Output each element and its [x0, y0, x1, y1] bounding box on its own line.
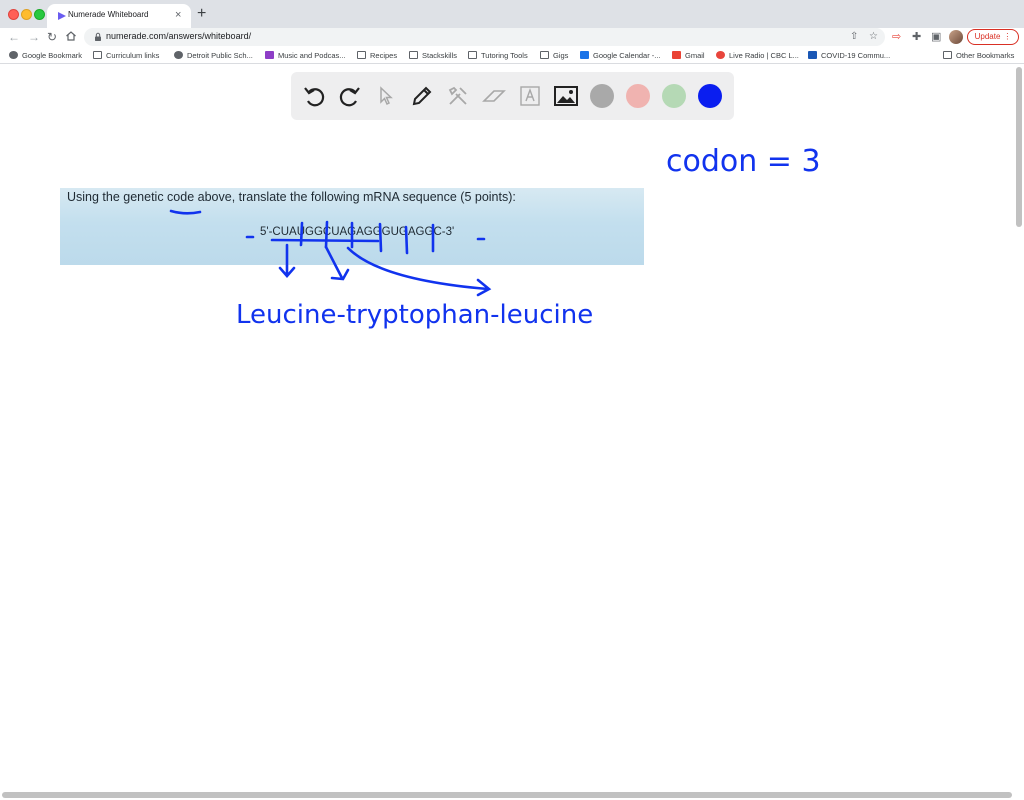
handwriting-layer: codon = 3 Leucine-tryptophan-leucine [169, 144, 821, 330]
folder-icon [468, 51, 477, 59]
folder-icon [93, 51, 102, 59]
bookmark-item[interactable]: Tutoring Tools [468, 50, 528, 61]
bookmark-star-icon[interactable]: ☆ [869, 30, 878, 44]
lock-icon[interactable] [93, 32, 103, 42]
maximize-window-button[interactable] [34, 9, 45, 20]
codon-note: codon = 3 [666, 144, 821, 179]
bookmark-item[interactable]: COVID-19 Commu... [808, 50, 890, 61]
color-swatch-pink[interactable] [626, 84, 650, 108]
bookmark-item[interactable]: Stackskills [409, 50, 457, 61]
tab-title: Numerade Whiteboard [68, 10, 149, 19]
whiteboard-page[interactable]: Using the genetic code above, translate … [0, 65, 1024, 800]
eraser-icon[interactable] [481, 83, 507, 109]
folder-icon [409, 51, 418, 59]
redo-icon[interactable] [337, 83, 363, 109]
avatar[interactable] [949, 30, 963, 44]
text-icon[interactable] [517, 83, 543, 109]
link-icon [808, 51, 817, 59]
problem-question: Using the genetic code above, translate … [67, 190, 516, 204]
close-tab-icon[interactable]: × [175, 8, 181, 22]
tab-strip: Numerade Whiteboard × + [0, 0, 1024, 28]
folder-icon [357, 51, 366, 59]
podcast-icon [265, 51, 274, 59]
globe-icon [9, 51, 18, 59]
radio-icon [716, 51, 725, 59]
update-label: Update [974, 32, 1001, 41]
globe-icon [174, 51, 183, 59]
folder-icon [540, 51, 549, 59]
forward-icon[interactable]: → [28, 29, 40, 45]
color-swatch-gray[interactable] [590, 84, 614, 108]
pointer-icon[interactable] [373, 83, 399, 109]
reload-icon[interactable]: ↻ [47, 29, 57, 45]
color-swatch-blue[interactable] [698, 84, 722, 108]
home-icon[interactable] [65, 29, 77, 43]
minimize-window-button[interactable] [21, 9, 32, 20]
menu-dots-icon: ⋮ [1003, 32, 1012, 41]
tools-icon[interactable] [445, 83, 471, 109]
bookmark-item[interactable]: Gmail [672, 50, 705, 61]
other-bookmarks[interactable]: Other Bookmarks [943, 50, 1014, 61]
back-icon[interactable]: ← [8, 29, 20, 45]
side-panel-icon[interactable]: ▣ [931, 30, 941, 44]
extensions-puzzle-icon[interactable]: ✚ [912, 30, 921, 44]
pencil-icon[interactable] [409, 83, 435, 109]
new-tab-button[interactable]: + [197, 5, 206, 23]
color-swatch-green[interactable] [662, 84, 686, 108]
gmail-icon [672, 51, 681, 59]
mrna-sequence: 5'-CUAUGGCUAGAGGGUGAGGC-3' [260, 226, 455, 238]
whiteboard-toolbar [291, 72, 734, 120]
horizontal-scrollbar[interactable] [2, 792, 1012, 798]
bookmarks-bar: Google Bookmark Curriculum links Detroit… [0, 48, 1024, 64]
undo-icon[interactable] [301, 83, 327, 109]
calendar-icon [580, 51, 589, 59]
bookmark-item[interactable]: Live Radio | CBC L... [716, 50, 799, 61]
vertical-scrollbar[interactable] [1016, 67, 1022, 227]
address-bar[interactable]: numerade.com/answers/whiteboard/ ⇧ ☆ [84, 28, 885, 46]
numerade-logo-icon [58, 12, 66, 20]
share-icon[interactable]: ⇧ [850, 30, 858, 44]
browser-toolbar: ← → ↻ numerade.com/answers/whiteboard/ ⇧… [0, 28, 1024, 48]
translation-answer: Leucine-tryptophan-leucine [236, 300, 593, 330]
folder-icon [943, 51, 952, 59]
bookmark-item[interactable]: Curriculum links [93, 50, 159, 61]
bookmark-item[interactable]: Recipes [357, 50, 397, 61]
image-icon[interactable] [553, 83, 579, 109]
bookmark-item[interactable]: Google Bookmark [9, 50, 82, 61]
bookmark-item[interactable]: Google Calendar -... [580, 50, 661, 61]
extension-icon[interactable]: ⇨ [892, 30, 901, 44]
problem-image: Using the genetic code above, translate … [60, 188, 644, 265]
update-button[interactable]: Update ⋮ [967, 29, 1019, 45]
close-window-button[interactable] [8, 9, 19, 20]
bookmark-item[interactable]: Gigs [540, 50, 568, 61]
tab-numerade-whiteboard[interactable]: Numerade Whiteboard × [47, 4, 191, 28]
bookmark-item[interactable]: Music and Podcas... [265, 50, 346, 61]
bookmark-item[interactable]: Detroit Public Sch... [174, 50, 253, 61]
url-text[interactable]: numerade.com/answers/whiteboard/ [106, 31, 251, 41]
